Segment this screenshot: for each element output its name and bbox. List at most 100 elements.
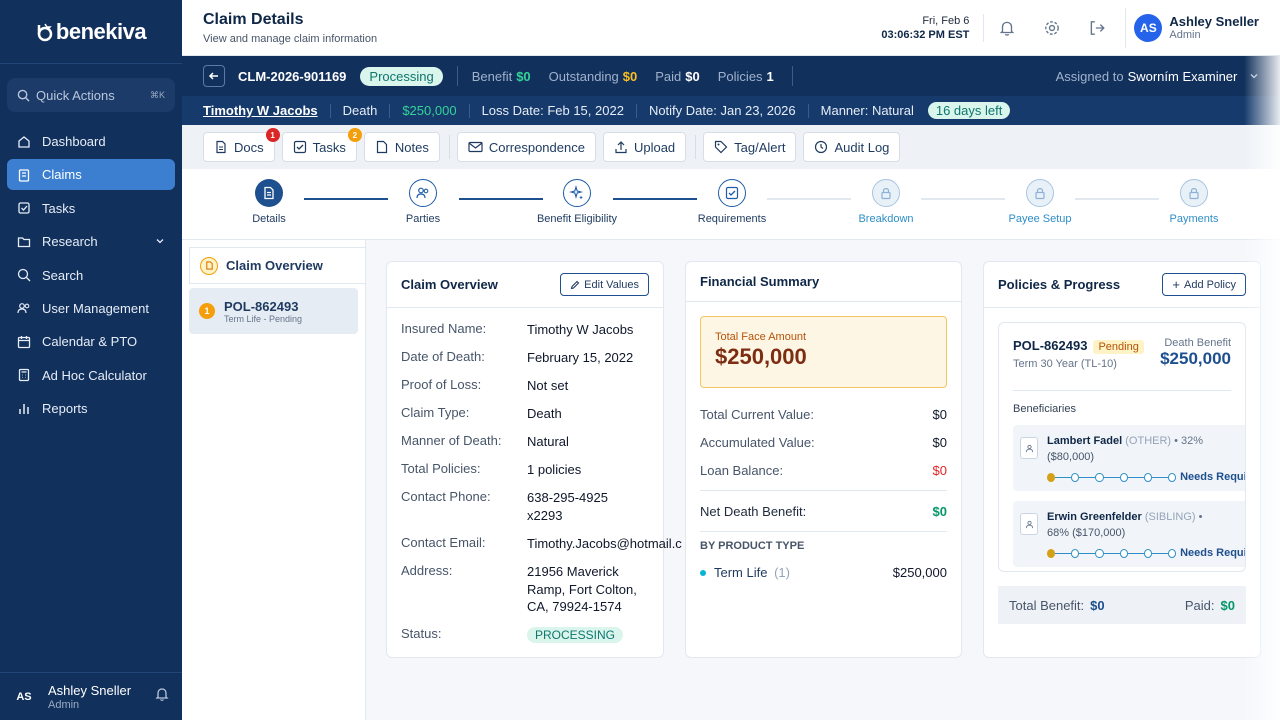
policies-value: 1 bbox=[766, 68, 774, 84]
person-icon bbox=[1020, 437, 1038, 459]
nav-dashboard[interactable]: Dashboard bbox=[7, 126, 175, 157]
quick-actions[interactable]: Quick Actions ⌘K bbox=[7, 78, 175, 112]
net-label: Net Death Benefit: bbox=[700, 503, 807, 519]
beneficiary-item[interactable]: Lambert Fadel (OTHER) • 32% ($80,000) Ne… bbox=[1013, 425, 1245, 491]
person-icon bbox=[1020, 513, 1038, 535]
policy-card[interactable]: POL-862493 Pending Term 30 Year (TL-10) D… bbox=[998, 322, 1246, 572]
user-role: Admin bbox=[1169, 29, 1201, 41]
policies-label: Policies bbox=[717, 68, 763, 84]
benefit-value: $0 bbox=[516, 68, 531, 84]
step-payments[interactable]: Payments bbox=[1144, 179, 1244, 225]
calculator-icon bbox=[17, 368, 31, 382]
progress-dot bbox=[1095, 548, 1104, 558]
header-user[interactable]: AS Ashley Sneller Admin bbox=[1125, 7, 1259, 48]
nav-user-management[interactable]: User Management bbox=[7, 293, 175, 324]
row-status: Status: PROCESSING bbox=[387, 626, 663, 654]
divider bbox=[635, 103, 637, 118]
step-details[interactable]: Details bbox=[219, 179, 319, 225]
field-value: 1 policies bbox=[527, 462, 582, 477]
step-breakdown[interactable]: Breakdown bbox=[836, 179, 936, 225]
policy-index-badge: 1 bbox=[199, 303, 215, 319]
edit-values-button[interactable]: Edit Values bbox=[560, 273, 649, 296]
card-title: Financial Summary bbox=[700, 274, 820, 289]
nav-reports[interactable]: Reports bbox=[7, 393, 175, 424]
policy-tab-info: POL-862493 Term Life - Pending bbox=[224, 299, 302, 324]
beneficiary-item[interactable]: Erwin Greenfelder (SIBLING) • 68% ($170,… bbox=[1013, 501, 1245, 567]
page-subtitle: View and manage claim information bbox=[203, 32, 378, 45]
logo-icon bbox=[37, 23, 53, 41]
top-header: Claim Details View and manage claim info… bbox=[182, 0, 1280, 56]
field-value: Death bbox=[527, 406, 562, 421]
nav-search[interactable]: Search bbox=[7, 260, 175, 291]
audit-log-button[interactable]: Audit Log bbox=[803, 132, 901, 162]
quick-actions-label: Quick Actions bbox=[36, 87, 115, 103]
field-label: Contact Email: bbox=[401, 535, 486, 550]
progress-dot bbox=[1167, 472, 1177, 482]
beneficiary-amount: 68% ($170,000) bbox=[1047, 527, 1126, 539]
bell-icon[interactable] bbox=[154, 686, 170, 707]
sidebar-user[interactable]: AS Ashley Sneller Admin bbox=[0, 672, 182, 720]
progress-line bbox=[1127, 476, 1144, 478]
progress-line bbox=[1151, 552, 1168, 554]
phone-extension: x2293 bbox=[527, 507, 563, 523]
card-header: Policies & Progress + Add Policy bbox=[984, 262, 1260, 308]
sidebar: benekiva Quick Actions ⌘K Dashboard Clai… bbox=[0, 0, 182, 720]
policy-tab[interactable]: 1 POL-862493 Term Life - Pending bbox=[189, 288, 358, 334]
correspondence-button[interactable]: Correspondence bbox=[456, 132, 596, 162]
bar-chart-icon bbox=[17, 402, 31, 416]
row-loan-balance: Loan Balance: $0 bbox=[686, 456, 961, 484]
logo-text: benekiva bbox=[55, 18, 147, 44]
nav-calendar[interactable]: Calendar & PTO bbox=[7, 326, 175, 357]
step-requirements[interactable]: Requirements bbox=[682, 179, 782, 225]
row-accumulated-value: Accumulated Value: $0 bbox=[686, 428, 961, 456]
policies-stat: Policies 1 bbox=[718, 69, 774, 84]
nav-calculator[interactable]: Ad Hoc Calculator bbox=[7, 360, 175, 391]
claim-overview-tab[interactable]: Claim Overview bbox=[189, 247, 365, 284]
step-parties[interactable]: Parties bbox=[373, 179, 473, 225]
field-label: Claim Type: bbox=[401, 405, 470, 420]
back-arrow-icon[interactable] bbox=[203, 65, 225, 87]
step-payee-setup[interactable]: Payee Setup bbox=[990, 179, 1090, 225]
field-label: Address: bbox=[401, 563, 453, 578]
notifications-bell-icon[interactable] bbox=[984, 19, 1029, 37]
gear-icon[interactable] bbox=[1029, 19, 1074, 37]
nav-claims[interactable]: Claims bbox=[7, 159, 175, 191]
field-value: 638-295-4925 x2293 bbox=[527, 489, 608, 524]
step-benefit-eligibility[interactable]: Benefit Eligibility bbox=[527, 179, 627, 225]
claim-overview-card: Claim Overview Edit Values Insured Name:… bbox=[386, 261, 682, 658]
upload-icon bbox=[615, 141, 627, 154]
add-policy-button[interactable]: + Add Policy bbox=[1162, 273, 1246, 296]
card-title: Claim Overview bbox=[401, 277, 498, 292]
beneficiary-percent: • bbox=[1198, 511, 1203, 523]
lock-icon bbox=[1026, 179, 1054, 207]
progress-line bbox=[1127, 552, 1144, 554]
field-label: Proof of Loss: bbox=[401, 377, 482, 392]
notify-date: Notify Date: Jan 23, 2026 bbox=[648, 103, 796, 118]
docs-label: Docs bbox=[234, 139, 264, 155]
row-total-policies: Total Policies: 1 policies bbox=[387, 461, 663, 489]
logout-icon[interactable] bbox=[1074, 19, 1119, 37]
upload-button[interactable]: Upload bbox=[602, 132, 687, 162]
outstanding-label: Outstanding bbox=[548, 68, 619, 84]
tasks-button[interactable]: Tasks 2 bbox=[281, 128, 362, 162]
row-manner-of-death: Manner of Death: Natural bbox=[387, 433, 663, 461]
nav-research[interactable]: Research bbox=[7, 226, 175, 257]
user-role: Admin bbox=[48, 698, 80, 711]
audit-log-label: Audit Log bbox=[834, 139, 890, 155]
tag-alert-button[interactable]: Tag/Alert bbox=[703, 132, 797, 162]
nav-claims-label: Claims bbox=[42, 167, 82, 183]
checkbox-icon bbox=[17, 201, 31, 215]
field-value: $0 bbox=[932, 462, 947, 478]
address-line: Ramp, Fort Colton, bbox=[527, 581, 637, 597]
docs-button[interactable]: Docs 1 bbox=[203, 128, 280, 162]
progress-line bbox=[1103, 552, 1120, 554]
nav-tasks[interactable]: Tasks bbox=[7, 193, 175, 224]
logo[interactable]: benekiva bbox=[0, 0, 182, 64]
benefit-label: Benefit bbox=[471, 68, 513, 84]
assigned-to-dropdown[interactable]: Assigned to Sworním Examiner bbox=[1056, 69, 1259, 84]
claim-type: Death bbox=[342, 103, 378, 118]
header-user-info: Ashley Sneller Admin bbox=[1169, 14, 1259, 41]
tag-icon bbox=[715, 140, 728, 154]
insured-name-link[interactable]: Timothy W Jacobs bbox=[203, 103, 318, 118]
notes-button[interactable]: Notes bbox=[363, 132, 440, 162]
